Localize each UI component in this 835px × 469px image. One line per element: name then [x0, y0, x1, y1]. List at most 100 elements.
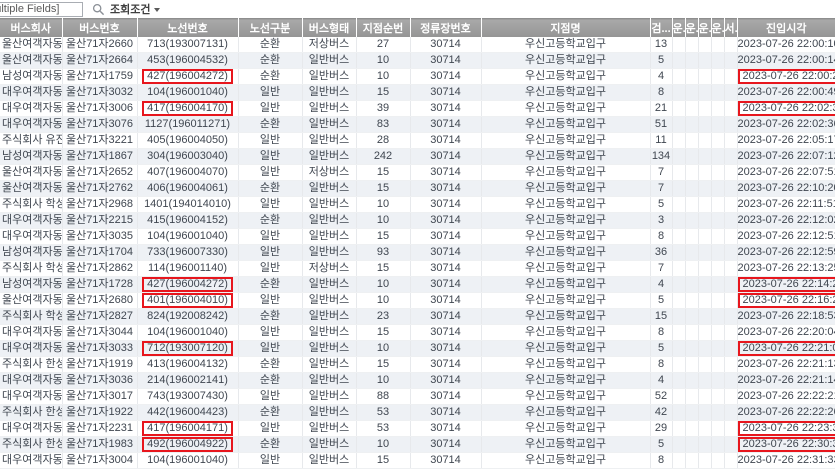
cell-stop_no[interactable]: 30714: [410, 149, 481, 165]
cell-company[interactable]: 울산여객자동...: [0, 165, 62, 181]
cell-op1[interactable]: [672, 261, 685, 277]
cell-chk[interactable]: 8: [650, 453, 672, 469]
cell-svc[interactable]: [724, 149, 737, 165]
cell-op2[interactable]: [685, 181, 698, 197]
cell-svc[interactable]: [724, 325, 737, 341]
cell-svc[interactable]: [724, 389, 737, 405]
cell-op3[interactable]: [698, 149, 711, 165]
cell-op3[interactable]: [698, 37, 711, 53]
cell-company[interactable]: 남성여객자동...: [0, 69, 62, 85]
cell-point_seq[interactable]: 53: [356, 405, 410, 421]
column-header-point_seq[interactable]: 지점순번: [356, 19, 410, 38]
cell-route_class[interactable]: 순환: [238, 181, 302, 197]
cell-svc[interactable]: [724, 357, 737, 373]
cell-bus_type[interactable]: 일반버스: [302, 229, 356, 245]
cell-route_no[interactable]: 407(196004070): [137, 165, 238, 181]
cell-svc[interactable]: [724, 85, 737, 101]
cell-point_seq[interactable]: 10: [356, 69, 410, 85]
cell-op4[interactable]: [711, 117, 724, 133]
cell-point_name[interactable]: 우신고등학교입구: [481, 453, 650, 469]
cell-chk[interactable]: 5: [650, 53, 672, 69]
cell-route_no[interactable]: 401(196004010): [137, 293, 238, 309]
cell-stop_no[interactable]: 30714: [410, 261, 481, 277]
cell-op4[interactable]: [711, 261, 724, 277]
cell-op3[interactable]: [698, 437, 711, 453]
cell-stop_no[interactable]: 30714: [410, 373, 481, 389]
cell-svc[interactable]: [724, 165, 737, 181]
cell-stop_no[interactable]: 30714: [410, 341, 481, 357]
table-row[interactable]: 주식회사 한성...울산71자1983492(196004922)순환일반버스1…: [0, 437, 835, 453]
cell-chk[interactable]: 15: [650, 309, 672, 325]
cell-bus_no[interactable]: 울산71자2862: [62, 261, 137, 277]
cell-op4[interactable]: [711, 421, 724, 437]
cell-point_name[interactable]: 우신고등학교입구: [481, 197, 650, 213]
cell-chk[interactable]: 21: [650, 101, 672, 117]
cell-bus_type[interactable]: 일반버스: [302, 101, 356, 117]
cell-route_no[interactable]: 104(196001040): [137, 325, 238, 341]
cell-point_name[interactable]: 우신고등학교입구: [481, 261, 650, 277]
column-header-op3[interactable]: 운..: [698, 19, 711, 38]
cell-entry_time[interactable]: 2023-07-26 22:21:09: [737, 341, 835, 357]
cell-op1[interactable]: [672, 165, 685, 181]
search-icon[interactable]: [92, 3, 105, 16]
cell-route_class[interactable]: 순환: [238, 373, 302, 389]
cell-route_class[interactable]: 순환: [238, 437, 302, 453]
cell-point_name[interactable]: 우신고등학교입구: [481, 389, 650, 405]
cell-svc[interactable]: [724, 197, 737, 213]
cell-op3[interactable]: [698, 101, 711, 117]
cell-op2[interactable]: [685, 117, 698, 133]
cell-chk[interactable]: 5: [650, 341, 672, 357]
cell-company[interactable]: 대우여객자동...: [0, 389, 62, 405]
cell-bus_type[interactable]: 일반버스: [302, 357, 356, 373]
cell-company[interactable]: 주식회사 유진...: [0, 133, 62, 149]
cell-op2[interactable]: [685, 37, 698, 53]
cell-entry_time[interactable]: 2023-07-26 22:11:51: [737, 197, 835, 213]
cell-svc[interactable]: [724, 245, 737, 261]
column-header-bus_no[interactable]: 버스번호: [62, 19, 137, 38]
cell-op4[interactable]: [711, 53, 724, 69]
cell-op1[interactable]: [672, 181, 685, 197]
cell-route_no[interactable]: 406(196004061): [137, 181, 238, 197]
cell-entry_time[interactable]: 2023-07-26 22:02:36: [737, 117, 835, 133]
cell-svc[interactable]: [724, 213, 737, 229]
cell-entry_time[interactable]: 2023-07-26 22:18:53: [737, 309, 835, 325]
cell-op4[interactable]: [711, 309, 724, 325]
cell-company[interactable]: 울산여객자동...: [0, 37, 62, 53]
cell-op3[interactable]: [698, 213, 711, 229]
cell-point_name[interactable]: 우신고등학교입구: [481, 133, 650, 149]
cell-op4[interactable]: [711, 405, 724, 421]
cell-op2[interactable]: [685, 261, 698, 277]
cell-bus_type[interactable]: 일반버스: [302, 245, 356, 261]
cell-op2[interactable]: [685, 245, 698, 261]
cell-op1[interactable]: [672, 405, 685, 421]
cell-route_class[interactable]: 일반: [238, 149, 302, 165]
table-row[interactable]: 주식회사 학성...울산71자2862114(196001140)일반저상버스1…: [0, 261, 835, 277]
cell-route_class[interactable]: 순환: [238, 117, 302, 133]
cell-route_no[interactable]: 104(196001040): [137, 229, 238, 245]
cell-op4[interactable]: [711, 133, 724, 149]
cell-bus_no[interactable]: 울산71자1922: [62, 405, 137, 421]
cell-op4[interactable]: [711, 85, 724, 101]
cell-op2[interactable]: [685, 373, 698, 389]
cell-point_name[interactable]: 우신고등학교입구: [481, 69, 650, 85]
cell-entry_time[interactable]: 2023-07-26 22:22:26: [737, 405, 835, 421]
cell-op2[interactable]: [685, 325, 698, 341]
cell-op1[interactable]: [672, 277, 685, 293]
cell-point_seq[interactable]: 23: [356, 309, 410, 325]
cell-point_seq[interactable]: 88: [356, 389, 410, 405]
cell-point_name[interactable]: 우신고등학교입구: [481, 245, 650, 261]
cell-chk[interactable]: 3: [650, 213, 672, 229]
cell-point_name[interactable]: 우신고등학교입구: [481, 421, 650, 437]
cell-bus_type[interactable]: 저상버스: [302, 165, 356, 181]
cell-stop_no[interactable]: 30714: [410, 69, 481, 85]
cell-stop_no[interactable]: 30714: [410, 181, 481, 197]
cell-op1[interactable]: [672, 117, 685, 133]
cell-company[interactable]: 대우여객자동...: [0, 117, 62, 133]
column-header-op1[interactable]: 운..: [672, 19, 685, 38]
cell-point_seq[interactable]: 83: [356, 117, 410, 133]
cell-entry_time[interactable]: 2023-07-26 22:13:25: [737, 261, 835, 277]
cell-bus_type[interactable]: 일반버스: [302, 133, 356, 149]
cell-bus_type[interactable]: 일반버스: [302, 53, 356, 69]
cell-bus_no[interactable]: 울산71자1867: [62, 149, 137, 165]
cell-route_no[interactable]: 824(192008242): [137, 309, 238, 325]
